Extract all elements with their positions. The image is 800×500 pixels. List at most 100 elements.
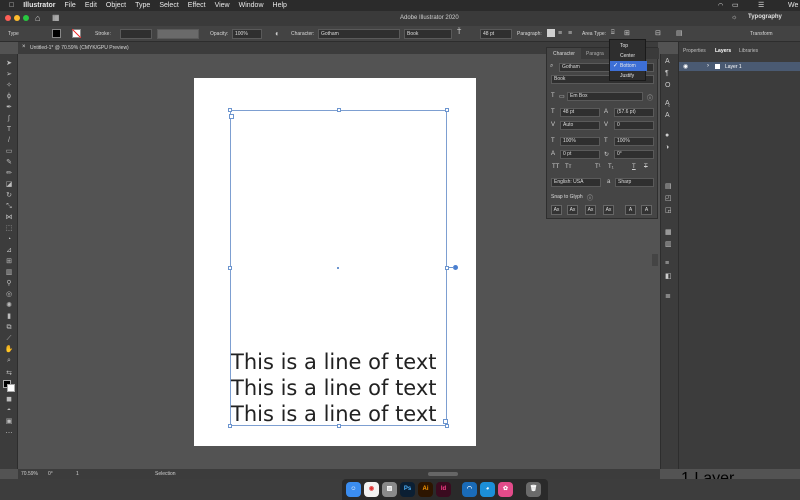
blend-tool-icon[interactable]: ◎ xyxy=(4,291,14,299)
curvature-tool-icon[interactable]: ∫ xyxy=(4,115,14,123)
text-line-2[interactable]: This is a line of text xyxy=(231,376,461,400)
transform-panel-icon[interactable]: ◲ xyxy=(665,206,672,214)
align-center-icon[interactable]: ≡ xyxy=(558,30,562,37)
superscript-button[interactable]: T¹ xyxy=(595,164,601,170)
snap-info-icon[interactable]: ⓘ xyxy=(587,193,593,202)
dock-finder-icon[interactable]: ☺ xyxy=(346,482,361,497)
draw-mode-icon[interactable]: ◓ xyxy=(4,407,14,415)
align-panel-icon[interactable]: ▤ xyxy=(665,182,672,190)
menu-view[interactable]: View xyxy=(215,2,230,9)
menu-type[interactable]: Type xyxy=(135,2,150,9)
handle-top-right[interactable] xyxy=(445,108,449,112)
text-line-3[interactable]: This is a line of text xyxy=(231,402,461,426)
stroke-weight-field[interactable] xyxy=(120,29,152,39)
close-tab-icon[interactable]: × xyxy=(22,44,26,50)
baseline-shift-field[interactable]: 0 pt xyxy=(560,150,600,159)
glyphs-panel-icon[interactable]: Ą xyxy=(665,100,670,107)
opentype-panel-icon[interactable]: O xyxy=(665,82,670,89)
lasso-tool-icon[interactable]: ϕ xyxy=(4,93,14,101)
visibility-eye-icon[interactable]: ◉ xyxy=(683,63,688,70)
dropdown-item-center[interactable]: Center xyxy=(610,51,647,61)
font-style-field[interactable]: Book xyxy=(404,29,452,39)
dropdown-item-justify[interactable]: Justify xyxy=(610,71,647,81)
dock-photos-icon[interactable]: ✿ xyxy=(498,482,513,497)
zoom-tool-icon[interactable]: ⌕ xyxy=(4,357,14,365)
battery-icon[interactable]: ▭ xyxy=(732,1,739,9)
character-label[interactable]: Character: xyxy=(291,31,314,37)
all-caps-button[interactable]: TT xyxy=(552,164,559,170)
menu-window[interactable]: Window xyxy=(239,2,264,9)
tab-layers[interactable]: Layers xyxy=(715,48,731,54)
menu-app-name[interactable]: Illustrator xyxy=(23,2,55,9)
snap-x-height-button[interactable]: Ax xyxy=(567,205,578,215)
dock-preview-icon[interactable]: ▨ xyxy=(382,482,397,497)
gradient-tool-icon[interactable]: ▥ xyxy=(4,269,14,277)
underline-button[interactable]: T xyxy=(632,164,636,170)
info-icon[interactable]: ⓘ xyxy=(647,93,653,102)
artboards-panel-icon[interactable]: ◧ xyxy=(665,272,672,280)
dock-camo-icon[interactable]: ◕ xyxy=(480,482,495,497)
pencil-tool-icon[interactable]: ✏ xyxy=(4,170,14,178)
selection-tool-icon[interactable]: ➤ xyxy=(4,60,14,68)
links-panel-icon[interactable]: ▦ xyxy=(665,228,672,236)
rectangle-tool-icon[interactable]: ▭ xyxy=(4,148,14,156)
dock-illustrator-icon[interactable]: Ai xyxy=(418,482,433,497)
font-size-field[interactable]: 48 pt xyxy=(560,108,600,117)
current-tool-label[interactable]: Selection xyxy=(155,471,176,477)
apple-icon[interactable]:  xyxy=(9,2,14,9)
align-left-button[interactable] xyxy=(547,29,555,37)
snap-proximity-button[interactable]: Ax xyxy=(603,205,614,215)
snap-anchor-button[interactable]: A xyxy=(641,205,652,215)
dock-edge-icon[interactable]: ◠ xyxy=(462,482,477,497)
snap-glyph-bounds-button[interactable]: Ax xyxy=(585,205,596,215)
dock-photoshop-icon[interactable]: Ps xyxy=(400,482,415,497)
anti-aliasing-field[interactable]: Sharp xyxy=(615,178,654,187)
swap-colors-icon[interactable]: ⇆ xyxy=(4,370,14,378)
width-tool-icon[interactable]: ⋈ xyxy=(4,214,14,222)
font-search-icon[interactable]: ⌕ xyxy=(550,63,553,70)
edit-toolbar-icon[interactable]: ⋯ xyxy=(4,430,14,438)
text-line-1[interactable]: This is a line of text xyxy=(231,350,461,374)
zoom-level-field[interactable]: 70.59% xyxy=(21,471,38,477)
magic-wand-tool-icon[interactable]: ✧ xyxy=(4,82,14,90)
close-window-button[interactable] xyxy=(5,15,11,21)
direct-selection-tool-icon[interactable]: ➢ xyxy=(4,71,14,79)
font-size-field[interactable]: 48 pt xyxy=(480,29,512,39)
snap-baseline-button[interactable]: Ax xyxy=(551,205,562,215)
touch-type-icon[interactable]: T xyxy=(551,93,555,99)
arrange-documents-icon[interactable]: ▦ xyxy=(52,13,60,22)
fill-swatch[interactable] xyxy=(52,29,61,38)
control-center-icon[interactable]: ☰ xyxy=(758,1,764,9)
vertical-scale-field[interactable]: 100% xyxy=(560,137,600,146)
stroke-color-swatch[interactable] xyxy=(7,384,15,392)
in-port-icon[interactable] xyxy=(229,114,234,119)
paragraph-label[interactable]: Paragraph: xyxy=(517,31,542,37)
handle-middle-left[interactable] xyxy=(228,266,232,270)
area-text-frame[interactable]: This is a line of text This is a line of… xyxy=(228,108,458,428)
tracking-field[interactable]: 0 xyxy=(614,121,654,130)
transform-link[interactable]: Transform xyxy=(750,31,773,37)
font-family-field[interactable]: Gotham xyxy=(318,29,400,39)
character-styles-icon[interactable]: A xyxy=(665,112,670,119)
tab-libraries[interactable]: Libraries xyxy=(739,48,758,54)
snap-angular-button[interactable]: A xyxy=(625,205,636,215)
align-right-icon[interactable]: ≡ xyxy=(568,30,572,37)
menu-select[interactable]: Select xyxy=(159,2,178,9)
home-icon[interactable]: ⌂ xyxy=(35,13,40,23)
small-caps-button[interactable]: Tт xyxy=(565,164,571,170)
paragraph-panel-icon[interactable]: ¶ xyxy=(665,70,669,77)
handle-top-left[interactable] xyxy=(228,108,232,112)
artboard-number-field[interactable]: 1 xyxy=(76,471,79,477)
paintbrush-tool-icon[interactable]: ✎ xyxy=(4,159,14,167)
rotation-field[interactable]: 0° xyxy=(48,471,53,477)
artboard[interactable]: This is a line of text This is a line of… xyxy=(194,78,476,446)
color-mode-icon[interactable]: ◼ xyxy=(4,396,14,404)
menu-help[interactable]: Help xyxy=(273,2,287,9)
language-field[interactable]: English: USA xyxy=(551,178,601,187)
document-tab-title[interactable]: Untitled-1* @ 70.59% (CMYK/GPU Preview) xyxy=(30,45,129,51)
screen-mode-icon[interactable]: ▣ xyxy=(4,418,14,426)
character-panel-icon[interactable]: A xyxy=(665,58,670,65)
rotate-tool-icon[interactable]: ↻ xyxy=(4,192,14,200)
artboard-tool-icon[interactable]: ⧉ xyxy=(4,324,14,332)
pen-tool-icon[interactable]: ✒ xyxy=(4,104,14,112)
